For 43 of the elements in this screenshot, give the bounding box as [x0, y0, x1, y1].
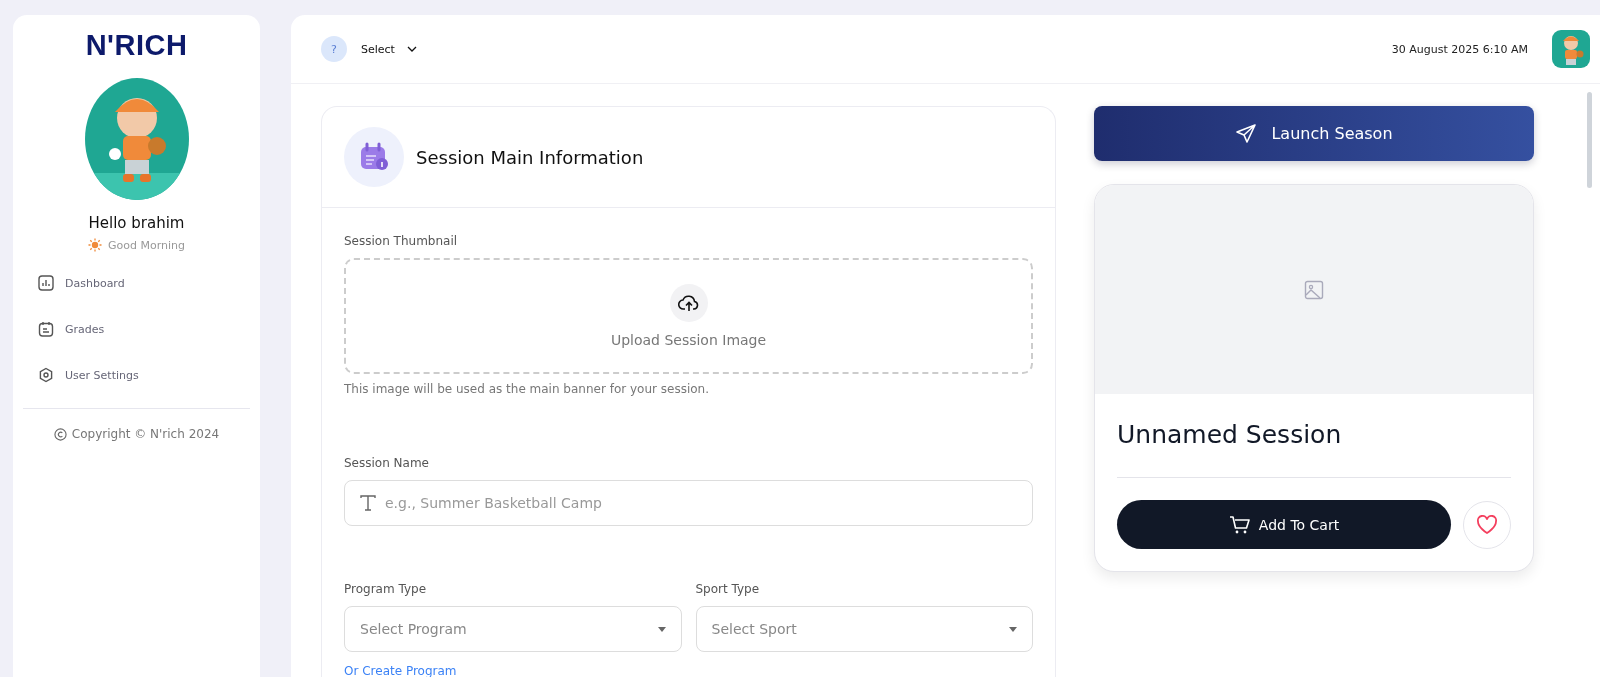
favorite-button[interactable]	[1463, 500, 1511, 549]
sun-icon	[88, 238, 102, 252]
upload-cloud-icon	[677, 294, 700, 312]
cart-icon	[1228, 514, 1251, 535]
user-avatar[interactable]	[1552, 30, 1590, 68]
field-label: Session Name	[344, 456, 430, 470]
upload-area[interactable]: Upload Session Image	[344, 258, 1033, 374]
copyright-icon	[53, 427, 67, 441]
session-title: Unnamed Session	[1117, 420, 1343, 449]
hint-text: This image will be used as the main banner for your session.	[344, 382, 711, 396]
chevron-down-icon	[406, 46, 417, 52]
nav-item[interactable]: User Settings	[38, 366, 260, 384]
nav-item[interactable]: Grades	[38, 320, 260, 338]
calendar-icon	[38, 321, 54, 337]
select-dropdown[interactable]: Select	[361, 42, 417, 56]
upload-label: Upload Session Image	[610, 332, 767, 348]
section-title: Session Main Information	[416, 146, 644, 168]
session-name-field[interactable]: e.g., Summer Basketball Camp	[344, 480, 1033, 526]
date-time: 30 August 2025 6:10 AM	[1391, 42, 1528, 56]
send-icon	[1235, 122, 1258, 145]
select-field[interactable]: Select Program	[344, 606, 682, 652]
greeting: Hello brahim	[88, 214, 185, 232]
caret-icon	[1009, 626, 1017, 632]
logo: N'RICH	[85, 30, 188, 60]
heart-icon	[1476, 514, 1498, 535]
select-field[interactable]: Select Sport	[695, 606, 1033, 652]
nav-item[interactable]: Dashboard	[38, 274, 260, 292]
field-label: Program Type	[344, 582, 427, 596]
help-button[interactable]: ?	[321, 36, 347, 62]
caret-icon	[657, 626, 666, 632]
calendar-info-icon	[359, 142, 389, 172]
launch-button[interactable]: Launch Season	[1094, 106, 1534, 161]
add-to-cart-button[interactable]: Add To Cart	[1117, 500, 1451, 549]
create-program-link[interactable]: Or Create Program	[344, 664, 457, 677]
scrollbar[interactable]	[1587, 92, 1592, 188]
field-label: Sport Type	[695, 582, 761, 596]
chart-icon	[38, 275, 54, 291]
image-icon	[1304, 279, 1324, 300]
copyright-text: Copyright © N'rich 2024	[71, 427, 220, 441]
time-greeting: Good Morning	[108, 238, 185, 252]
field-label: Session Thumbnail	[344, 234, 459, 248]
text-icon	[359, 494, 377, 512]
settings-icon	[38, 367, 54, 383]
